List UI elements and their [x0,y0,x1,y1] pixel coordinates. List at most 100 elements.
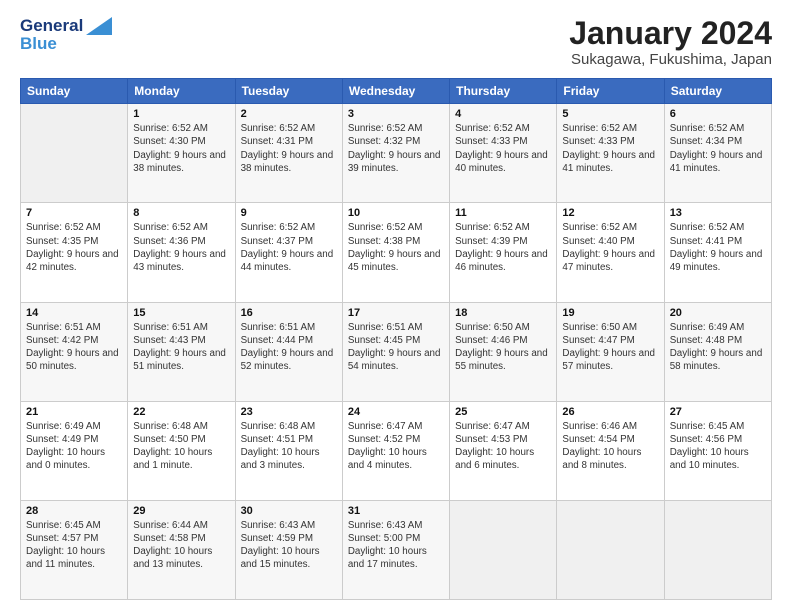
logo-icon [86,17,112,35]
weekday-header-saturday: Saturday [664,79,771,104]
day-cell: 10 Sunrise: 6:52 AMSunset: 4:38 PMDayligh… [342,203,449,302]
day-number: 5 [562,108,658,120]
day-cell: 29Sunrise: 6:44 AMSunset: 4:58 PMDayligh… [128,500,235,599]
calendar-body: 1Sunrise: 6:52 AMSunset: 4:30 PMDaylight… [21,104,772,600]
day-cell: 11 Sunrise: 6:52 AMSunset: 4:39 PMDayligh… [450,203,557,302]
logo: General Blue [20,16,112,55]
weekday-header-tuesday: Tuesday [235,79,342,104]
day-number: 26 [562,406,658,418]
day-number: 15 [133,307,229,319]
day-info: Sunrise: 6:45 AMSunset: 4:56 PMDaylight:… [670,420,766,473]
day-number: 17 [348,307,444,319]
day-info: Sunrise: 6:49 AMSunset: 4:48 PMDaylight:… [670,321,766,374]
day-cell: 23 Sunrise: 6:48 AMSunset: 4:51 PMDayligh… [235,401,342,500]
day-info: Sunrise: 6:47 AMSunset: 4:52 PMDaylight:… [348,420,444,473]
day-cell: 28Sunrise: 6:45 AMSunset: 4:57 PMDayligh… [21,500,128,599]
day-cell: 5Sunrise: 6:52 AMSunset: 4:33 PMDaylight… [557,104,664,203]
day-number: 11 [455,207,551,219]
day-info: Sunrise: 6:51 AMSunset: 4:45 PMDaylight:… [348,321,444,374]
day-cell: 9Sunrise: 6:52 AMSunset: 4:37 PMDaylight… [235,203,342,302]
day-number: 10 [348,207,444,219]
week-row-1: 1Sunrise: 6:52 AMSunset: 4:30 PMDaylight… [21,104,772,203]
month-title: January 2024 [569,16,772,51]
day-info: Sunrise: 6:48 AMSunset: 4:51 PMDaylight:… [241,420,337,473]
day-cell: 25Sunrise: 6:47 AMSunset: 4:53 PMDayligh… [450,401,557,500]
day-number: 1 [133,108,229,120]
week-row-5: 28Sunrise: 6:45 AMSunset: 4:57 PMDayligh… [21,500,772,599]
weekday-header-monday: Monday [128,79,235,104]
day-info: Sunrise: 6:52 AMSunset: 4:36 PMDaylight:… [133,221,229,274]
day-number: 3 [348,108,444,120]
week-row-2: 7Sunrise: 6:52 AMSunset: 4:35 PMDaylight… [21,203,772,302]
day-cell: 15Sunrise: 6:51 AMSunset: 4:43 PMDayligh… [128,302,235,401]
day-info: Sunrise: 6:48 AMSunset: 4:50 PMDaylight:… [133,420,229,473]
day-number: 4 [455,108,551,120]
day-cell: 21 Sunrise: 6:49 AMSunset: 4:49 PMDayligh… [21,401,128,500]
day-number: 27 [670,406,766,418]
day-info: Sunrise: 6:52 AMSunset: 4:35 PMDaylight:… [26,221,122,274]
title-block: January 2024 Sukagawa, Fukushima, Japan [569,16,772,68]
day-number: 31 [348,505,444,517]
header: General Blue January 2024 Sukagawa, Fuku… [20,16,772,68]
day-info: Sunrise: 6:44 AMSunset: 4:58 PMDaylight:… [133,519,229,572]
day-number: 30 [241,505,337,517]
day-number: 20 [670,307,766,319]
day-number: 23 [241,406,337,418]
day-cell: 3 Sunrise: 6:52 AMSunset: 4:32 PMDaylight… [342,104,449,203]
day-cell: 6Sunrise: 6:52 AMSunset: 4:34 PMDaylight… [664,104,771,203]
day-number: 18 [455,307,551,319]
calendar-header: SundayMondayTuesdayWednesdayThursdayFrid… [21,79,772,104]
day-cell [557,500,664,599]
day-info: Sunrise: 6:52 AMSunset: 4:38 PMDaylight:… [348,221,444,274]
weekday-header-friday: Friday [557,79,664,104]
page: General Blue January 2024 Sukagawa, Fuku… [0,0,792,612]
day-cell: 18 Sunrise: 6:50 AMSunset: 4:46 PMDayligh… [450,302,557,401]
day-cell: 19 Sunrise: 6:50 AMSunset: 4:47 PMDayligh… [557,302,664,401]
day-number: 24 [348,406,444,418]
day-info: Sunrise: 6:52 AMSunset: 4:37 PMDaylight:… [241,221,337,274]
day-number: 25 [455,406,551,418]
day-cell: 24 Sunrise: 6:47 AMSunset: 4:52 PMDayligh… [342,401,449,500]
day-number: 21 [26,406,122,418]
day-cell: 14Sunrise: 6:51 AMSunset: 4:42 PMDayligh… [21,302,128,401]
day-number: 2 [241,108,337,120]
weekday-header-thursday: Thursday [450,79,557,104]
day-info: Sunrise: 6:51 AMSunset: 4:44 PMDaylight:… [241,321,337,374]
week-row-3: 14Sunrise: 6:51 AMSunset: 4:42 PMDayligh… [21,302,772,401]
day-cell: 17 Sunrise: 6:51 AMSunset: 4:45 PMDayligh… [342,302,449,401]
day-info: Sunrise: 6:43 AMSunset: 5:00 PMDaylight:… [348,519,444,572]
day-info: Sunrise: 6:52 AMSunset: 4:34 PMDaylight:… [670,122,766,175]
day-info: Sunrise: 6:50 AMSunset: 4:47 PMDaylight:… [562,321,658,374]
day-info: Sunrise: 6:50 AMSunset: 4:46 PMDaylight:… [455,321,551,374]
day-info: Sunrise: 6:52 AMSunset: 4:40 PMDaylight:… [562,221,658,274]
day-info: Sunrise: 6:49 AMSunset: 4:49 PMDaylight:… [26,420,122,473]
day-info: Sunrise: 6:52 AMSunset: 4:39 PMDaylight:… [455,221,551,274]
week-row-4: 21 Sunrise: 6:49 AMSunset: 4:49 PMDayligh… [21,401,772,500]
day-number: 16 [241,307,337,319]
day-cell: 2 Sunrise: 6:52 AMSunset: 4:31 PMDaylight… [235,104,342,203]
day-cell: 30 Sunrise: 6:43 AMSunset: 4:59 PMDayligh… [235,500,342,599]
day-info: Sunrise: 6:52 AMSunset: 4:32 PMDaylight:… [348,122,444,175]
day-info: Sunrise: 6:52 AMSunset: 4:31 PMDaylight:… [241,122,337,175]
day-cell: 12 Sunrise: 6:52 AMSunset: 4:40 PMDayligh… [557,203,664,302]
day-cell: 4Sunrise: 6:52 AMSunset: 4:33 PMDaylight… [450,104,557,203]
day-number: 8 [133,207,229,219]
calendar-table: SundayMondayTuesdayWednesdayThursdayFrid… [20,78,772,600]
day-cell: 8 Sunrise: 6:52 AMSunset: 4:36 PMDaylight… [128,203,235,302]
day-info: Sunrise: 6:43 AMSunset: 4:59 PMDaylight:… [241,519,337,572]
day-cell: 7Sunrise: 6:52 AMSunset: 4:35 PMDaylight… [21,203,128,302]
day-number: 13 [670,207,766,219]
location: Sukagawa, Fukushima, Japan [569,51,772,68]
weekday-row: SundayMondayTuesdayWednesdayThursdayFrid… [21,79,772,104]
day-cell: 27 Sunrise: 6:45 AMSunset: 4:56 PMDayligh… [664,401,771,500]
day-cell [450,500,557,599]
day-number: 12 [562,207,658,219]
day-cell [664,500,771,599]
day-info: Sunrise: 6:46 AMSunset: 4:54 PMDaylight:… [562,420,658,473]
day-cell: 13 Sunrise: 6:52 AMSunset: 4:41 PMDayligh… [664,203,771,302]
day-number: 19 [562,307,658,319]
day-cell: 26 Sunrise: 6:46 AMSunset: 4:54 PMDayligh… [557,401,664,500]
day-info: Sunrise: 6:51 AMSunset: 4:42 PMDaylight:… [26,321,122,374]
day-info: Sunrise: 6:52 AMSunset: 4:41 PMDaylight:… [670,221,766,274]
logo-general: General [20,16,83,36]
